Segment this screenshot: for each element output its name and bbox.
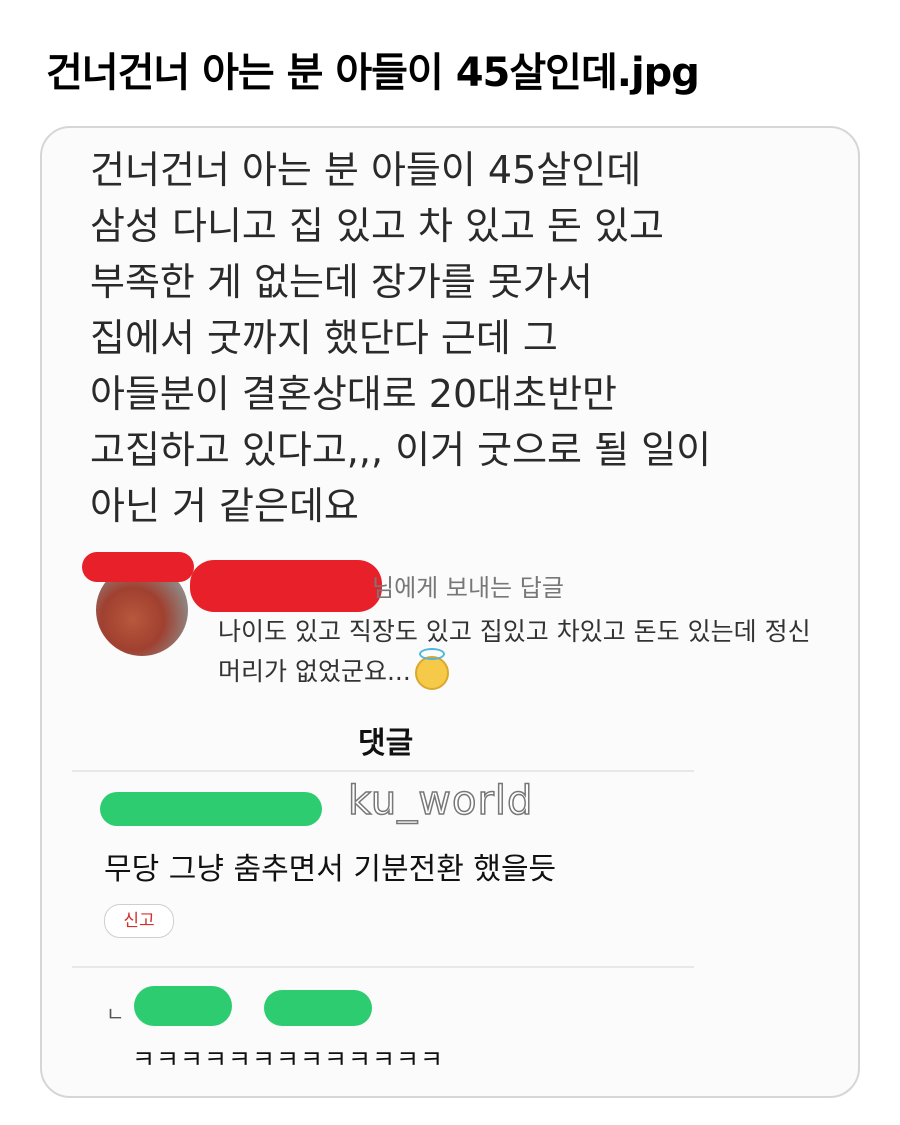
screenshot-card: 건너건너 아는 분 아들이 45살인데 삼성 다니고 집 있고 차 있고 돈 있… (40, 126, 860, 1098)
redaction-mark (264, 990, 372, 1026)
post-text: 건너건너 아는 분 아들이 45살인데 삼성 다니고 집 있고 차 있고 돈 있… (90, 142, 830, 534)
post-line: 고집하고 있다고,,, 이거 굿으로 될 일이 (90, 428, 712, 472)
redaction-mark (190, 560, 382, 612)
divider (72, 966, 694, 968)
reply-comment-text: ㅋㅋㅋㅋㅋㅋㅋㅋㅋㅋㅋㅋㅋ (132, 1045, 445, 1074)
comment-text: 무당 그냥 춤추면서 기분전환 했을듯 (104, 852, 557, 887)
post-line: 삼성 다니고 집 있고 차 있고 돈 있고 (90, 204, 664, 248)
page-title: 건너건너 아는 분 아들이 45살인데.jpg (46, 50, 700, 96)
divider (72, 770, 694, 772)
post-line: 부족한 게 없는데 장가를 못가서 (90, 260, 593, 304)
post-line: 아닌 거 같은데요 (90, 484, 359, 528)
post-line: 아들분이 결혼상대로 20대초반만 (90, 372, 617, 416)
watermark: ku_world (347, 777, 534, 825)
post-line: 건너건너 아는 분 아들이 45살인데 (90, 148, 642, 192)
halo-smile-emoji-icon (414, 648, 449, 690)
comments-section-title: 댓글 (358, 726, 414, 761)
redaction-mark (82, 552, 194, 582)
redaction-mark (134, 986, 232, 1026)
reply-body: 나이도 있고 직장도 있고 집있고 차있고 돈도 있는데 정신머리가 없었군요.… (218, 612, 818, 692)
reply-text: 나이도 있고 직장도 있고 집있고 차있고 돈도 있는데 정신머리가 없었군요.… (218, 617, 811, 686)
post-line: 집에서 굿까지 했단다 근데 그 (90, 316, 558, 360)
reply-mark: ㄴ (106, 1002, 125, 1026)
redaction-mark (100, 792, 322, 826)
reply-to-label: 님에게 보내는 답글 (372, 574, 564, 602)
report-button[interactable]: 신고 (104, 904, 174, 938)
